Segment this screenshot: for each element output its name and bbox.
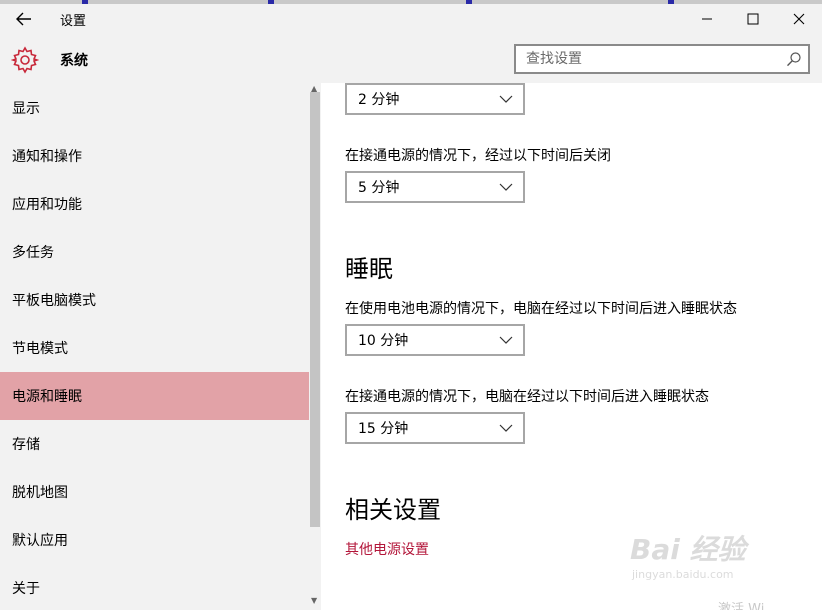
sidebar-item-default-apps[interactable]: 默认应用 [0, 516, 309, 564]
scroll-down-icon[interactable]: ▼ [311, 596, 317, 605]
screen-battery-dropdown[interactable]: 2 分钟 [345, 83, 525, 115]
sidebar-item-apps[interactable]: 应用和功能 [0, 180, 309, 228]
sidebar-item-offline-maps[interactable]: 脱机地图 [0, 468, 309, 516]
screen-plugged-dropdown[interactable]: 5 分钟 [345, 171, 525, 203]
sidebar-scroll-thumb[interactable] [310, 92, 320, 527]
back-button[interactable] [10, 8, 38, 30]
sidebar-item-tablet-mode[interactable]: 平板电脑模式 [0, 276, 309, 324]
sleep-plugged-label: 在接通电源的情况下，电脑在经过以下时间后进入睡眠状态 [345, 389, 709, 405]
window-title: 设置 [60, 14, 87, 29]
taskbar-strip [0, 0, 822, 4]
watermark-brand: Bai 经验 [630, 533, 746, 566]
related-settings-heading: 相关设置 [345, 496, 441, 524]
sidebar-item-display[interactable]: 显示 [0, 84, 309, 132]
back-arrow-icon [16, 12, 31, 26]
sidebar: 显示 通知和操作 应用和功能 多任务 平板电脑模式 节电模式 电源和睡眠 存储 … [0, 83, 321, 610]
sidebar-item-notifications[interactable]: 通知和操作 [0, 132, 309, 180]
baidu-watermark: Bai 经验 jingyan.baidu.com [630, 518, 780, 588]
activation-text: 激活 Wi [718, 602, 765, 610]
sleep-plugged-value: 15 分钟 [358, 421, 409, 437]
chevron-down-icon [499, 424, 513, 432]
watermark-url: jingyan.baidu.com [632, 568, 734, 581]
search-input[interactable] [526, 50, 776, 68]
minimize-button[interactable] [684, 6, 730, 32]
screen-plugged-label: 在接通电源的情况下，经过以下时间后关闭 [345, 148, 611, 164]
sleep-battery-label: 在使用电池电源的情况下，电脑在经过以下时间后进入睡眠状态 [345, 301, 737, 317]
screen-plugged-value: 5 分钟 [358, 180, 400, 196]
gear-icon [11, 46, 39, 74]
title-bar: 设置 [0, 0, 822, 38]
chevron-down-icon [499, 95, 513, 103]
minimize-icon [702, 18, 712, 20]
sleep-plugged-dropdown[interactable]: 15 分钟 [345, 412, 525, 444]
sidebar-item-power-sleep[interactable]: 电源和睡眠 [0, 372, 309, 420]
scroll-up-icon[interactable]: ▲ [311, 84, 317, 93]
sleep-battery-dropdown[interactable]: 10 分钟 [345, 324, 525, 356]
chevron-down-icon [499, 336, 513, 344]
section-title: 系统 [60, 53, 88, 69]
sidebar-item-about[interactable]: 关于 [0, 564, 309, 610]
sleep-heading: 睡眠 [345, 255, 393, 283]
search-box[interactable] [514, 44, 810, 74]
sidebar-item-multitasking[interactable]: 多任务 [0, 228, 309, 276]
search-icon[interactable] [786, 51, 802, 67]
close-icon [793, 13, 805, 25]
sidebar-item-battery-saver[interactable]: 节电模式 [0, 324, 309, 372]
maximize-button[interactable] [730, 6, 776, 32]
additional-power-settings-link[interactable]: 其他电源设置 [345, 539, 429, 559]
sidebar-item-storage[interactable]: 存储 [0, 420, 309, 468]
sleep-battery-value: 10 分钟 [358, 333, 409, 349]
close-button[interactable] [776, 6, 822, 32]
chevron-down-icon [499, 183, 513, 191]
maximize-icon [747, 13, 759, 25]
screen-battery-value: 2 分钟 [358, 92, 400, 108]
